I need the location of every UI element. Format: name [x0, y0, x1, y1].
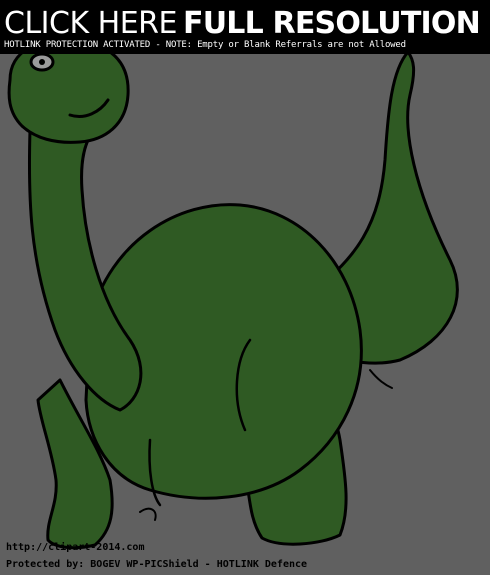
full-resolution-link[interactable]: FULL RESOLUTION — [183, 6, 481, 41]
footer-protection-note: Protected by: BOGEV WP-PICShield - HOTLI… — [6, 559, 308, 570]
dino-pupil — [39, 59, 45, 65]
hotlink-protection-note: HOTLINK PROTECTION ACTIVATED - NOTE: Emp… — [4, 40, 406, 50]
dino-head — [7, 38, 130, 144]
dinosaur-clipart — [7, 38, 459, 550]
click-here-link[interactable]: CLICK HERE — [4, 6, 177, 41]
footer-url: http://clipart-2014.com — [6, 542, 145, 553]
